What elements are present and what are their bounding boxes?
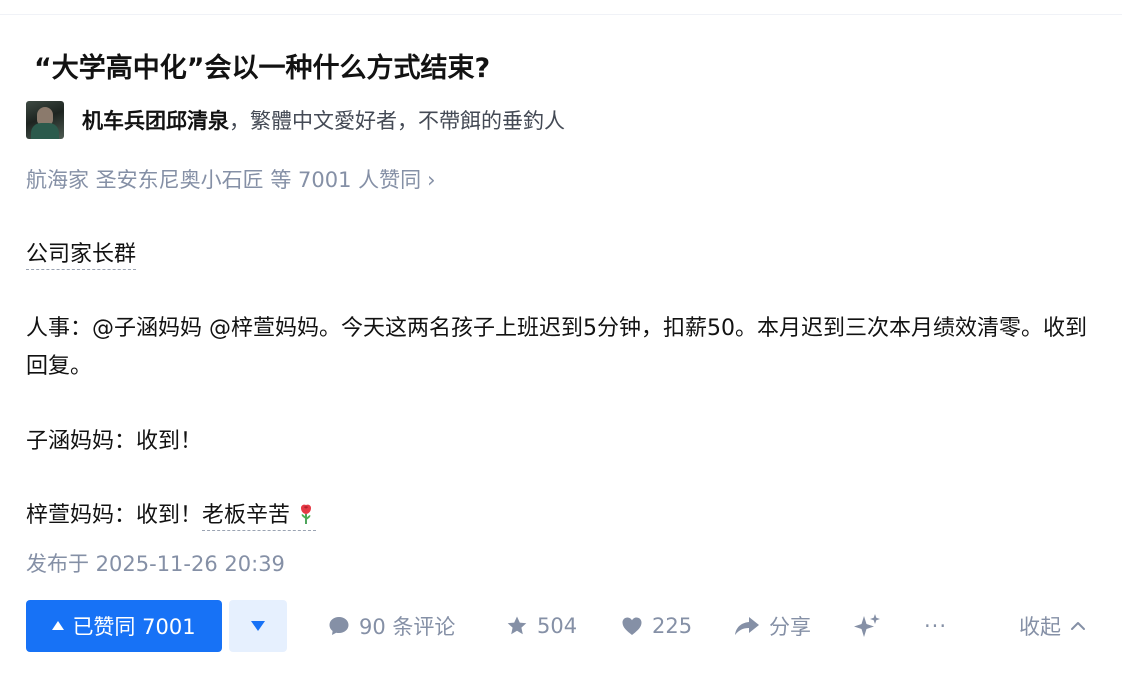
keyword-link[interactable]: 公司家长群 bbox=[26, 242, 137, 270]
share-label: 分享 bbox=[769, 615, 811, 639]
heart-icon bbox=[622, 617, 642, 635]
keyword-link[interactable]: 老板辛苦 bbox=[202, 503, 317, 531]
comments-label: 90 条评论 bbox=[359, 615, 456, 639]
collapse-label: 收起 bbox=[1019, 615, 1061, 639]
triangle-down-icon bbox=[251, 621, 265, 631]
like-button[interactable]: 225 bbox=[620, 600, 692, 652]
avatar[interactable] bbox=[26, 101, 64, 139]
collapse-button[interactable]: 收起 bbox=[1019, 600, 1087, 652]
favorites-count: 504 bbox=[537, 614, 578, 638]
paragraph-4-text: 梓萱妈妈：收到！ bbox=[26, 503, 203, 528]
voters-text: 航海家 圣安东尼奥小石匠 等 7001 人赞同 bbox=[26, 168, 422, 192]
comment-bubble-icon bbox=[329, 617, 349, 635]
paragraph-1: 公司家长群 bbox=[26, 236, 137, 274]
triangle-up-icon bbox=[52, 620, 65, 630]
publish-time[interactable]: 发布于 2025-11-26 20:39 bbox=[26, 548, 285, 580]
author-bio: ，繁體中文愛好者，不帶餌的垂釣人 bbox=[229, 109, 565, 133]
more-button[interactable]: ··· bbox=[924, 600, 947, 652]
downvote-button[interactable] bbox=[229, 600, 287, 652]
sparkle-icon bbox=[854, 614, 880, 637]
share-button[interactable]: 分享 bbox=[733, 600, 811, 652]
paragraph-4: 梓萱妈妈：收到！老板辛苦 bbox=[26, 497, 317, 535]
action-bar: 已赞同 7001 90 条评论 504 225 分享 ··· 收起 bbox=[26, 600, 1101, 652]
paragraph-2: 人事：@子涵妈妈 @梓萱妈妈。今天这两名孩子上班迟到5分钟，扣薪50。本月迟到三… bbox=[26, 316, 1087, 379]
answer-card: “大学高中化”会以一种什么方式结束? 机车兵团邱清泉 ，繁體中文愛好者，不帶餌的… bbox=[26, 0, 1101, 674]
ai-sparkle-button[interactable] bbox=[852, 600, 890, 652]
chevron-up-icon bbox=[1071, 622, 1085, 630]
author-name[interactable]: 机车兵团邱清泉 bbox=[82, 105, 229, 135]
upvote-label: 已赞同 7001 bbox=[72, 615, 196, 639]
comments-button[interactable]: 90 条评论 bbox=[327, 600, 455, 652]
question-title[interactable]: “大学高中化”会以一种什么方式结束? bbox=[34, 50, 490, 88]
upvote-button[interactable]: 已赞同 7001 bbox=[26, 600, 222, 652]
more-icon: ··· bbox=[924, 614, 948, 638]
chevron-right-icon: › bbox=[427, 168, 436, 192]
favorite-button[interactable]: 504 bbox=[505, 600, 577, 652]
keyword-link-text: 老板辛苦 bbox=[202, 503, 291, 528]
author-row: 机车兵团邱清泉 ，繁體中文愛好者，不帶餌的垂釣人 bbox=[26, 100, 565, 140]
paragraph-3: 子涵妈妈：收到！ bbox=[26, 429, 203, 454]
rose-icon bbox=[301, 504, 312, 524]
likes-count: 225 bbox=[652, 614, 693, 638]
star-icon bbox=[507, 616, 527, 635]
share-arrow-icon bbox=[735, 617, 759, 635]
voters-summary[interactable]: 航海家 圣安东尼奥小石匠 等 7001 人赞同 › bbox=[26, 164, 436, 196]
